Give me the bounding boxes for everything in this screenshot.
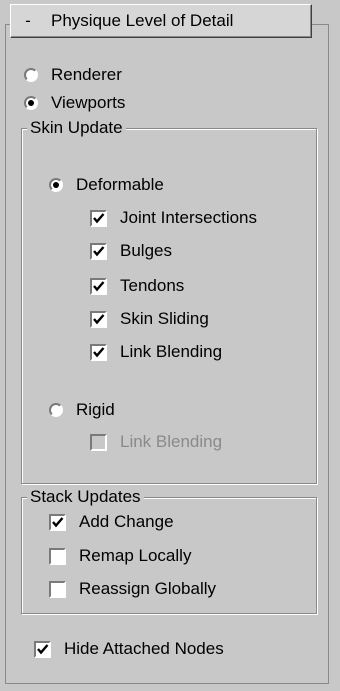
rigid-radio-row[interactable]: Rigid — [49, 398, 115, 422]
stack-option-row[interactable]: Reassign Globally — [49, 577, 216, 601]
skin-option-row[interactable]: Bulges — [90, 239, 172, 263]
stack-option-row[interactable]: Remap Locally — [49, 544, 191, 568]
collapse-minus-icon[interactable]: - — [11, 11, 45, 31]
stack-option-label: Add Change — [79, 512, 174, 531]
skin-update-group-title: Skin Update — [27, 118, 126, 138]
skin-option-row[interactable]: Link Blending — [90, 340, 222, 364]
renderer-radio[interactable] — [24, 68, 38, 82]
checkmark-icon — [93, 313, 105, 324]
bulges-checkbox[interactable] — [90, 242, 107, 260]
stack-option-label: Remap Locally — [79, 546, 192, 565]
checkmark-icon — [93, 212, 105, 223]
checkmark-icon — [93, 245, 105, 256]
skin-option-label: Link Blending — [120, 342, 223, 361]
skin-option-label: Tendons — [120, 276, 185, 295]
rigid-radio[interactable] — [49, 403, 63, 417]
stack-updates-group-title: Stack Updates — [27, 487, 144, 507]
checkmark-icon — [52, 516, 64, 527]
viewports-radio[interactable] — [24, 96, 38, 110]
link-blending-checkbox[interactable] — [90, 343, 107, 361]
deformable-label: Deformable — [76, 175, 164, 194]
checkmark-icon — [93, 280, 105, 291]
skin-option-label: Skin Sliding — [120, 309, 209, 328]
skin-sliding-checkbox[interactable] — [90, 310, 107, 328]
skin-option-row[interactable]: Skin Sliding — [90, 307, 209, 331]
renderer-label: Renderer — [51, 65, 122, 84]
rollout-header-button[interactable]: - Physique Level of Detail — [10, 4, 312, 38]
renderer-radio-row[interactable]: Renderer — [24, 63, 122, 87]
tendons-checkbox[interactable] — [90, 277, 107, 295]
stack-option-label: Reassign Globally — [79, 579, 217, 598]
checkmark-icon — [93, 346, 105, 357]
joint-intersections-checkbox[interactable] — [90, 209, 107, 227]
rigid-label: Rigid — [76, 400, 115, 419]
checkmark-icon — [37, 643, 49, 654]
hide-attached-nodes-label: Hide Attached Nodes — [64, 639, 224, 658]
deformable-radio[interactable] — [49, 178, 63, 192]
deformable-radio-row[interactable]: Deformable — [49, 173, 164, 197]
rigid-link-blending-label: Link Blending — [120, 432, 223, 451]
stack-option-row[interactable]: Add Change — [49, 510, 174, 534]
hide-attached-nodes-row[interactable]: Hide Attached Nodes — [34, 637, 224, 661]
add-change-checkbox[interactable] — [49, 513, 66, 531]
skin-option-label: Bulges — [120, 241, 172, 260]
rigid-link-blending-row: Link Blending — [90, 430, 222, 454]
viewports-label: Viewports — [51, 93, 126, 112]
viewports-radio-row[interactable]: Viewports — [24, 91, 125, 115]
skin-option-row[interactable]: Tendons — [90, 274, 184, 298]
rigid-link-blending-checkbox — [90, 433, 107, 451]
hide-attached-nodes-checkbox[interactable] — [34, 640, 51, 658]
reassign-globally-checkbox[interactable] — [49, 580, 66, 598]
rollout-title: Physique Level of Detail — [51, 11, 234, 30]
skin-option-row[interactable]: Joint Intersections — [90, 206, 257, 230]
remap-locally-checkbox[interactable] — [49, 547, 66, 565]
skin-option-label: Joint Intersections — [120, 208, 258, 227]
